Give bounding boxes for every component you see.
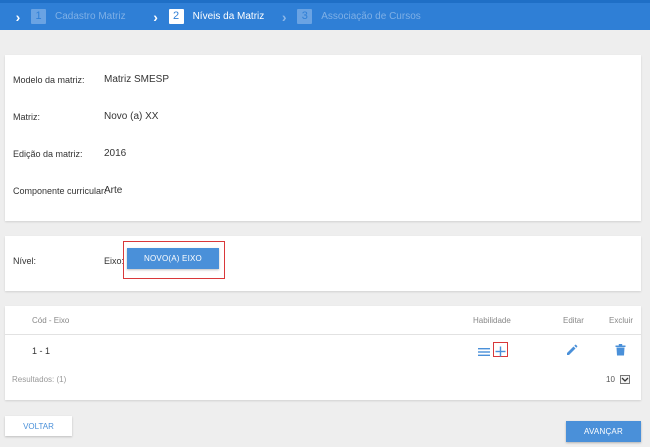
step-niveis-matriz[interactable]: › 2 Níveis da Matriz [149, 3, 265, 30]
matriz-label: Matriz: [13, 112, 40, 122]
componente-label: Componente curricular: [13, 186, 107, 196]
results-count: Resultados: (1) [12, 375, 67, 384]
step-number-2: 2 [168, 9, 184, 24]
header-editar: Editar [563, 316, 584, 325]
header-excluir: Excluir [609, 316, 634, 325]
componente-value: Arte [104, 185, 123, 196]
eixo-label: Eixo: [104, 256, 125, 266]
page-size-value: 10 [606, 375, 615, 384]
avancar-button[interactable]: AVANÇAR [566, 421, 641, 442]
header-cod-eixo: Cód - Eixo [32, 316, 70, 325]
step-cadastro-matriz[interactable]: › 1 Cadastro Matriz [11, 3, 126, 30]
chevron-down-icon [621, 377, 629, 382]
modelo-value: Matriz SMESP [104, 74, 170, 85]
chevron-right-icon: › [15, 8, 21, 25]
matriz-value: Novo (a) XX [104, 111, 159, 122]
page-size-select[interactable] [620, 375, 630, 384]
nivel-label: Nível: [13, 256, 37, 266]
list-icon[interactable] [478, 344, 490, 362]
add-habilidade-icon[interactable] [495, 344, 506, 362]
step-label-3: Associação de Cursos [321, 11, 421, 22]
nivel-card: Nível: Eixo: NOVO(A) EIXO [5, 236, 641, 291]
modelo-label: Modelo da matriz: [13, 75, 85, 85]
edicao-value: 2016 [104, 148, 127, 159]
chevron-right-icon: › [281, 8, 287, 25]
eixo-table: Cód - Eixo Habilidade Editar Excluir 1 -… [5, 306, 641, 400]
step-label-1: Cadastro Matriz [55, 11, 126, 22]
step-number-1: 1 [31, 9, 46, 24]
novo-eixo-button[interactable]: NOVO(A) EIXO [127, 248, 219, 269]
pencil-icon[interactable] [566, 343, 578, 361]
step-associacao-cursos[interactable]: › 3 Associação de Cursos [277, 3, 421, 30]
voltar-button[interactable]: VOLTAR [5, 416, 72, 436]
chevron-right-icon: › [153, 8, 158, 25]
matrix-info-card: Modelo da matriz: Matriz SMESP Matriz: N… [5, 55, 641, 221]
step-label-2: Níveis da Matriz [192, 11, 265, 22]
row-cod-eixo: 1 - 1 [32, 346, 51, 356]
edicao-label: Edição da matriz: [13, 149, 83, 159]
step-number-3: 3 [297, 9, 313, 24]
header-divider [5, 334, 641, 335]
wizard-stepper: › 1 Cadastro Matriz › 2 Níveis da Matriz… [0, 0, 650, 30]
header-habilidade: Habilidade [473, 316, 511, 325]
trash-icon[interactable] [615, 343, 626, 361]
